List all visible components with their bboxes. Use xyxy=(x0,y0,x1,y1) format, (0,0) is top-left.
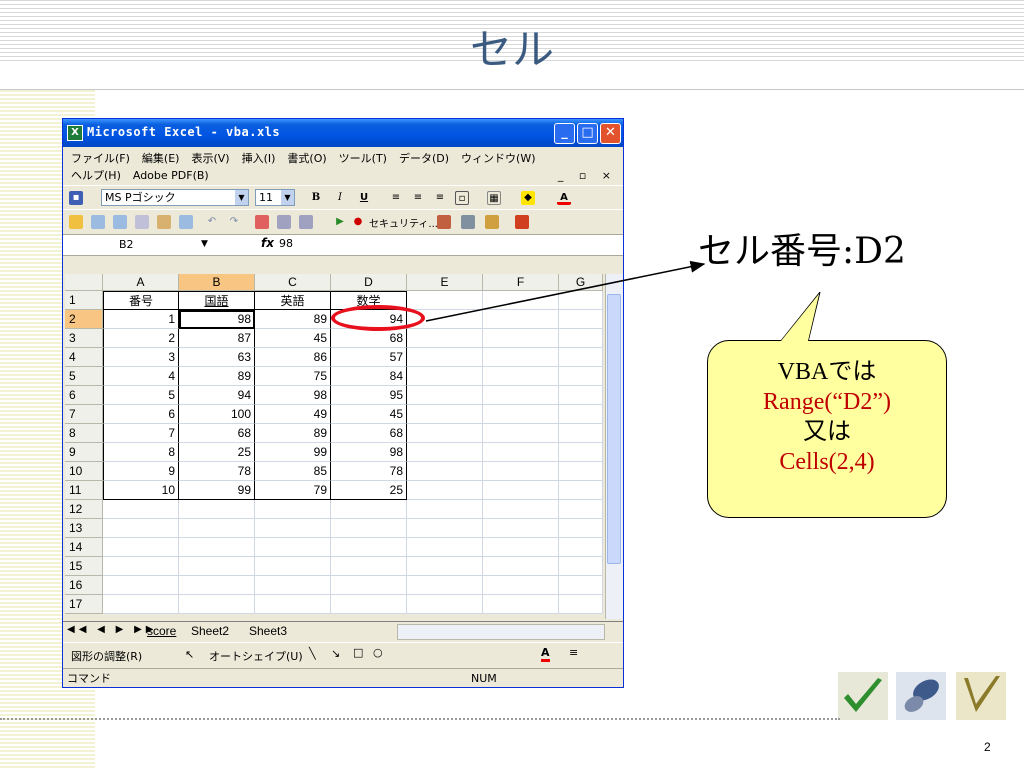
vba-callout: VBAでは Range(“D2”) 又は Cells(2,4) xyxy=(707,340,947,518)
callout-line-1: VBAでは xyxy=(777,359,877,385)
checkmark-logo xyxy=(838,672,888,720)
callout-tail xyxy=(778,291,821,343)
callout-line-3: 又は xyxy=(803,419,851,445)
pointer-arrow xyxy=(425,260,706,322)
cell-number-label: セル番号:D2 xyxy=(698,231,906,272)
page-number: 2 xyxy=(984,740,991,754)
callout-range: Range(“D2”) xyxy=(763,389,891,415)
footer-divider xyxy=(0,718,840,720)
disc-logo xyxy=(896,672,946,720)
pen-logo xyxy=(956,672,1006,720)
callout-cells: Cells(2,4) xyxy=(779,449,875,475)
